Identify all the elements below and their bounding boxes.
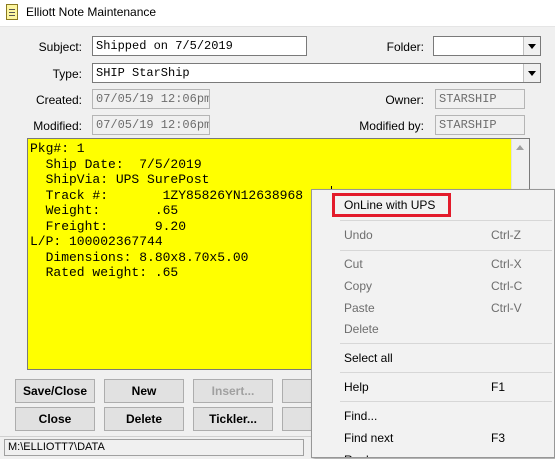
context-menu: OnLine with UPS Undo Ctrl-Z Cut Ctrl-X Cop… bbox=[311, 189, 555, 458]
folder-label: Folder: bbox=[386, 40, 424, 54]
close-button[interactable]: Close bbox=[15, 407, 95, 431]
note-line: Pkg#: 1 bbox=[30, 141, 85, 156]
subject-input[interactable]: Shipped on 7/5/2019 bbox=[92, 36, 307, 56]
delete-button[interactable]: Delete bbox=[104, 407, 184, 431]
menu-item-find[interactable]: Find... bbox=[312, 405, 554, 427]
menu-item-delete[interactable]: Delete bbox=[312, 318, 554, 340]
created-label: Created: bbox=[35, 93, 82, 107]
window-title: Elliott Note Maintenance bbox=[26, 5, 157, 19]
menu-separator bbox=[340, 343, 552, 344]
tickler-button[interactable]: Tickler... bbox=[193, 407, 273, 431]
menu-item-paste[interactable]: Paste Ctrl-V bbox=[312, 297, 554, 319]
type-select[interactable]: SHIP StarShip bbox=[92, 63, 541, 83]
menu-separator bbox=[340, 401, 552, 402]
folder-select[interactable] bbox=[433, 36, 541, 56]
note-line: L/P: 100002367744 bbox=[30, 234, 163, 249]
note-text: Pkg#: 1 Ship Date: 7/5/2019 ShipVia: UPS… bbox=[30, 141, 303, 281]
menu-separator bbox=[340, 250, 552, 251]
menu-item-undo[interactable]: Undo Ctrl-Z bbox=[312, 224, 554, 246]
menu-item-select-all[interactable]: Select all bbox=[312, 347, 554, 369]
note-line: Dimensions: 8.80x8.70x5.00 bbox=[30, 249, 249, 265]
owner-label: Owner: bbox=[385, 93, 424, 107]
owner-field: STARSHIP bbox=[435, 89, 525, 109]
type-label: Type: bbox=[52, 67, 82, 81]
menu-item-find-next[interactable]: Find next F3 bbox=[312, 427, 554, 449]
modified-label: Modified: bbox=[33, 119, 82, 133]
new-button[interactable]: New bbox=[104, 379, 184, 403]
note-line: ShipVia: UPS SurePost bbox=[30, 172, 210, 187]
chevron-down-icon[interactable] bbox=[523, 64, 540, 82]
menu-separator bbox=[340, 372, 552, 373]
menu-separator bbox=[340, 220, 552, 221]
save-close-button[interactable]: Save/Close bbox=[15, 379, 95, 403]
subject-label: Subject: bbox=[38, 40, 82, 54]
menu-item-replace[interactable]: Replace... bbox=[312, 449, 554, 457]
modified-by-label: Modified by: bbox=[359, 119, 424, 133]
note-line: Rated weight: .65 bbox=[30, 265, 179, 280]
menu-item-cut[interactable]: Cut Ctrl-X bbox=[312, 253, 554, 275]
modified-by-field: STARSHIP bbox=[435, 115, 525, 135]
title-bar: Elliott Note Maintenance bbox=[0, 0, 555, 27]
note-icon bbox=[6, 4, 18, 20]
modified-field: 07/05/19 12:06pm bbox=[92, 115, 210, 135]
note-line: Track #: 1ZY85826YN12638968 bbox=[30, 187, 304, 203]
status-path: M:\ELLIOTT7\DATA bbox=[4, 439, 304, 456]
menu-item-help[interactable]: Help F1 bbox=[312, 376, 554, 398]
chevron-down-icon[interactable] bbox=[523, 37, 540, 55]
type-value: SHIP StarShip bbox=[96, 66, 190, 80]
created-field: 07/05/19 12:06pm bbox=[92, 89, 210, 109]
insert-button[interactable]: Insert... bbox=[193, 379, 273, 403]
menu-item-copy[interactable]: Copy Ctrl-C bbox=[312, 275, 554, 297]
note-line: Freight: 9.20 bbox=[30, 218, 187, 234]
note-line: Weight: .65 bbox=[30, 203, 179, 218]
highlight-box bbox=[332, 193, 451, 217]
note-line: Ship Date: 7/5/2019 bbox=[30, 156, 202, 172]
